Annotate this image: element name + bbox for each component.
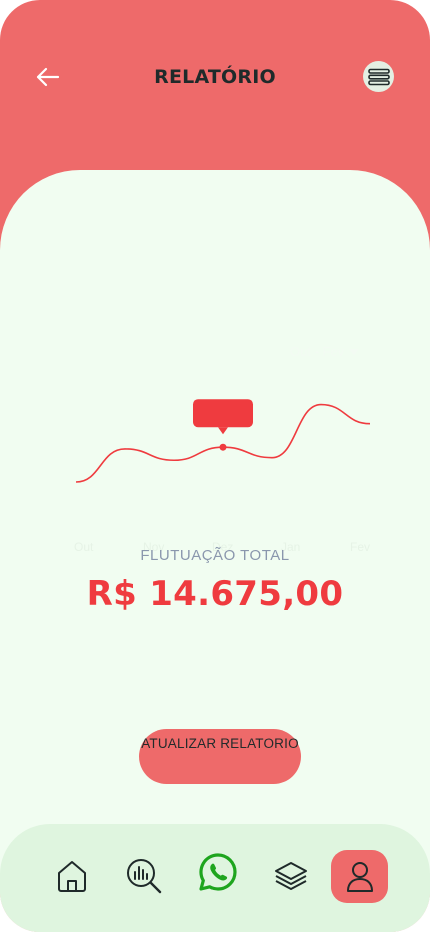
nav-home[interactable] [52, 856, 92, 896]
nav-analytics[interactable] [124, 856, 164, 896]
analytics-search-icon [127, 859, 162, 894]
hamburger-menu-icon [367, 68, 390, 85]
layers-icon [275, 862, 307, 890]
phone-screen: RELATÓRIO Out - Fev Out Nov Dez Jan Fev FLUT… [0, 0, 430, 932]
home-icon [58, 861, 86, 892]
period-dropdown[interactable]: Out - Fev [290, 344, 360, 359]
chart-highlight-point[interactable] [219, 443, 227, 451]
chevron-down-icon [349, 348, 360, 355]
nav-whatsapp[interactable] [198, 852, 238, 892]
total-label: FLUTUAÇÃO TOTAL [140, 547, 290, 564]
header: RELATÓRIO [0, 0, 430, 170]
period-label: Out - Fev [290, 344, 345, 359]
whatsapp-icon [199, 853, 237, 891]
update-report-label[interactable]: ATUALIZAR RELATORIO [139, 736, 301, 751]
chart-tooltip [193, 399, 253, 428]
nav-layers[interactable] [271, 856, 311, 896]
user-icon [346, 861, 373, 892]
total-value: R$ 14.675,00 [86, 574, 344, 614]
menu-button[interactable] [363, 61, 394, 92]
chart-tooltip-pointer [218, 427, 228, 435]
nav-profile[interactable] [331, 850, 388, 903]
fluctuation-chart [0, 380, 430, 500]
chart-svg [75, 399, 371, 483]
